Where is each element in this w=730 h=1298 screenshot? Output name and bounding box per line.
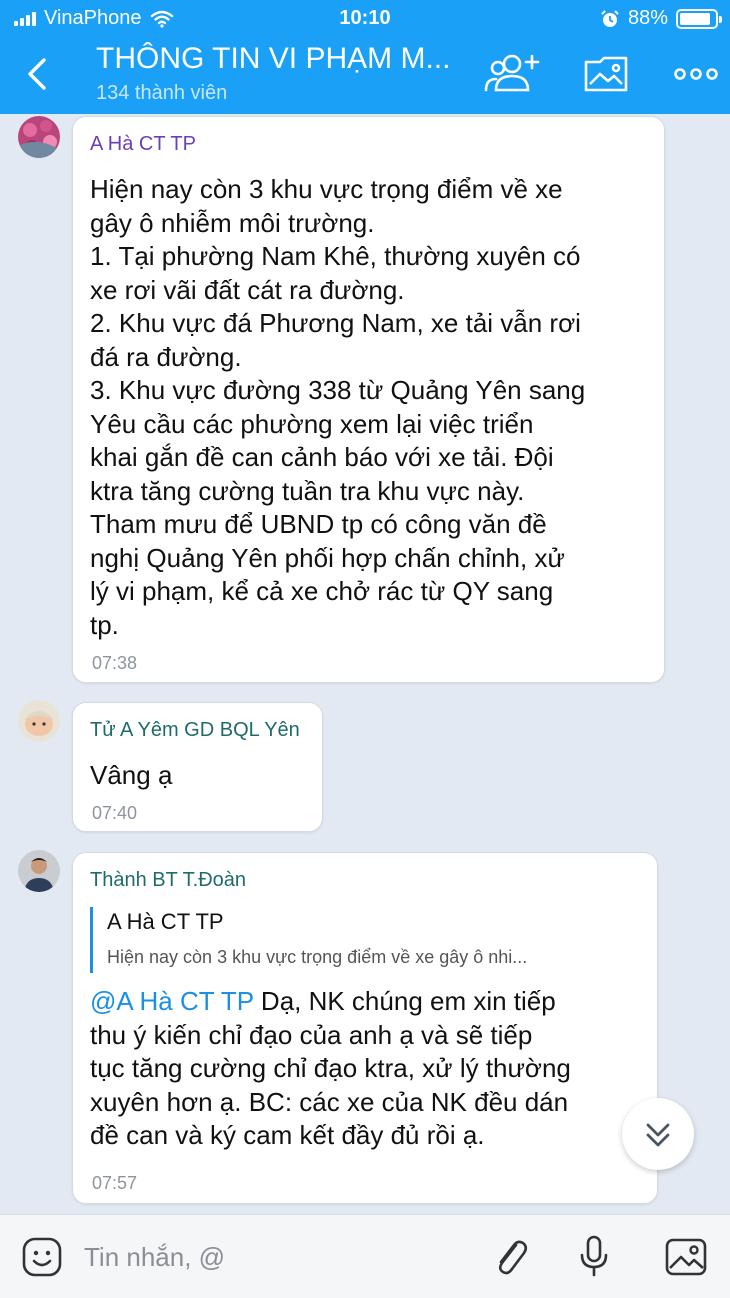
- more-options-button[interactable]: [666, 48, 726, 100]
- message-input[interactable]: [84, 1235, 464, 1279]
- album-button[interactable]: [576, 48, 636, 100]
- alarm-icon: [601, 9, 619, 27]
- message-time: 07:38: [92, 653, 138, 673]
- avatar-thanh[interactable]: [18, 850, 60, 892]
- status-right: 88%: [600, 7, 722, 30]
- message-bubble[interactable]: A Hà CT TP Hiện nay còn 3 khu vực trọng …: [72, 116, 665, 683]
- avatar-image: [18, 850, 60, 892]
- battery-percent: 88%: [627, 7, 668, 29]
- emoji-icon[interactable]: [18, 1233, 66, 1281]
- sender-name[interactable]: Thành BT T.Đoàn: [90, 869, 246, 892]
- message-bubble[interactable]: Thành BT T.Đoàn A Hà CT TP Hiện nay còn …: [72, 852, 658, 1204]
- microphone-icon[interactable]: [570, 1233, 618, 1281]
- battery-icon: [676, 8, 722, 29]
- avatar-image: [18, 116, 60, 158]
- chat-header: VinaPhone 10:10 88% THÔNG TIN VI PHẠM M.…: [0, 0, 730, 114]
- avatar-tu-a-yem[interactable]: [18, 700, 60, 742]
- message-text: @A Hà CT TP Dạ, NK chúng em xin tiếp thu…: [90, 985, 655, 1153]
- battery-fill: [680, 12, 710, 25]
- message-bubble[interactable]: Tử A Yêm GD BQL Yên Vâng ạ 07:40: [72, 702, 323, 832]
- member-count[interactable]: 134 thành viên: [96, 82, 227, 105]
- scroll-to-bottom-button[interactable]: [622, 1098, 694, 1170]
- status-bar: VinaPhone 10:10 88%: [0, 0, 730, 36]
- quote-text: Hiện nay còn 3 khu vực trọng điểm về xe …: [107, 947, 528, 967]
- chat-title[interactable]: THÔNG TIN VI PHẠM M...: [96, 42, 466, 76]
- message-time: 07:40: [92, 803, 138, 823]
- back-button[interactable]: [18, 52, 58, 96]
- double-chevron-down-icon: [646, 1123, 670, 1147]
- sender-name[interactable]: A Hà CT TP: [90, 133, 196, 156]
- add-member-button[interactable]: [482, 48, 542, 100]
- avatar-image: [18, 700, 60, 742]
- quote-sender: A Hà CT TP: [107, 909, 224, 934]
- paperclip-icon[interactable]: [486, 1233, 534, 1281]
- sender-name[interactable]: Tử A Yêm GD BQL Yên: [90, 719, 300, 742]
- mention-link[interactable]: @A Hà CT TP: [90, 986, 254, 1016]
- message-time: 07:57: [92, 1173, 138, 1193]
- image-icon[interactable]: [662, 1233, 710, 1281]
- message-input-bar: [0, 1214, 730, 1298]
- avatar-a-ha[interactable]: [18, 116, 60, 158]
- message-text: Vâng ạ: [90, 760, 173, 790]
- quoted-message[interactable]: A Hà CT TP Hiện nay còn 3 khu vực trọng …: [90, 907, 630, 973]
- message-text: Hiện nay còn 3 khu vực trọng điểm về xe …: [90, 174, 586, 640]
